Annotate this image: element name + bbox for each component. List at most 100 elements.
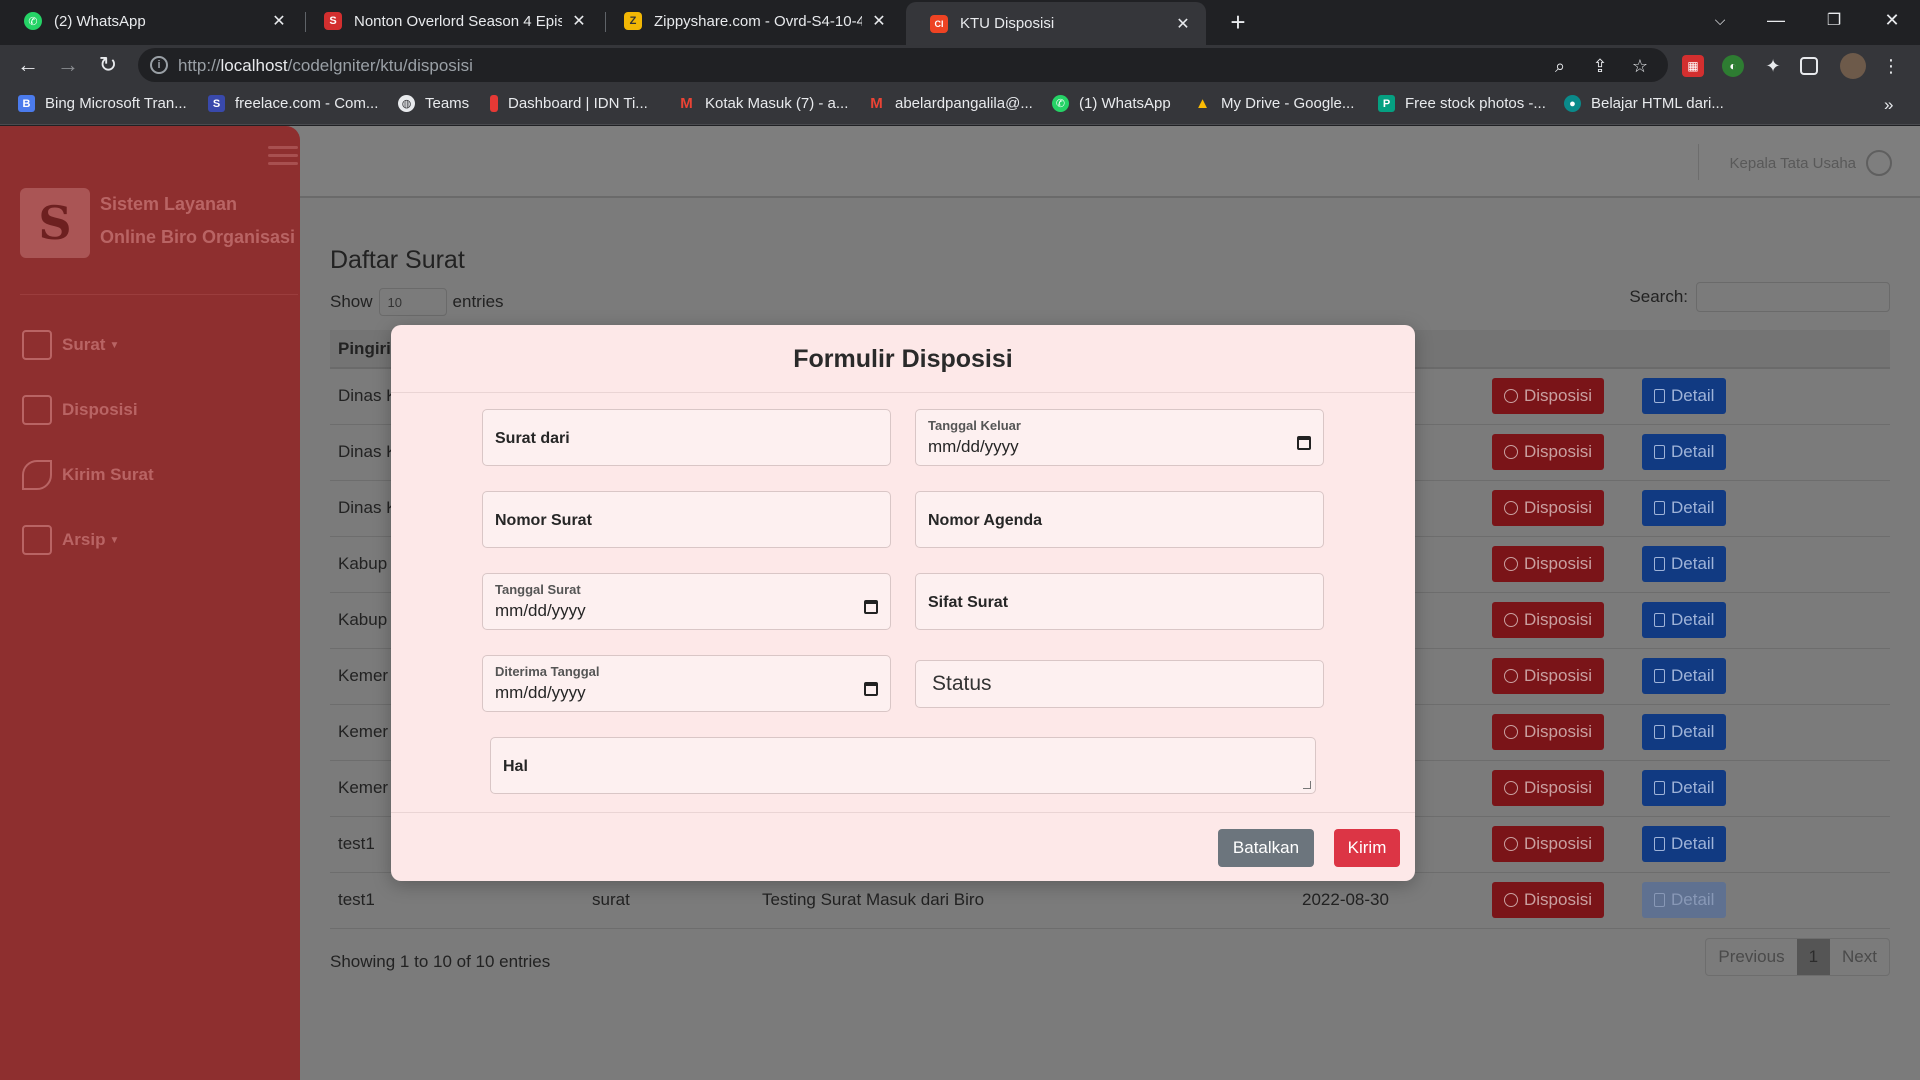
bookmark-item[interactable]: ● Belajar HTML dari...: [1564, 95, 1724, 112]
cancel-button[interactable]: Batalkan: [1218, 829, 1314, 867]
bookmark-item[interactable]: Mabelardpangalila@...: [868, 95, 1033, 112]
disposisi-button[interactable]: Disposisi: [1492, 602, 1605, 638]
column-header[interactable]: [1484, 330, 1634, 369]
detail-button[interactable]: Detail: [1642, 602, 1727, 638]
bookmark-item[interactable]: Dashboard | IDN Ti...: [490, 95, 648, 112]
new-tab-icon[interactable]: +: [1222, 6, 1254, 38]
date-value: mm/dd/yyyy: [495, 601, 586, 620]
extension-color-icon[interactable]: ◐: [1722, 55, 1744, 77]
bookmark-item[interactable]: ▲ My Drive - Google...: [1194, 95, 1354, 112]
bookmark-item[interactable]: B Bing Microsoft Tran...: [18, 95, 187, 112]
user-menu[interactable]: Kepala Tata Usaha: [1730, 150, 1892, 176]
calendar-icon[interactable]: [864, 682, 878, 696]
disposisi-button[interactable]: Disposisi: [1492, 882, 1605, 918]
status-select[interactable]: Status: [915, 660, 1324, 708]
bookmark-item[interactable]: M Kotak Masuk (7) - a...: [678, 95, 848, 112]
sidebar-item-kirim-surat[interactable]: Kirim Surat: [22, 460, 154, 490]
close-icon[interactable]: ✕: [270, 11, 288, 31]
sidebar-item-arsip[interactable]: Arsip ▼: [22, 525, 119, 555]
search-input[interactable]: [1696, 282, 1890, 312]
close-icon[interactable]: ✕: [1174, 14, 1192, 34]
surat-dari-field[interactable]: Surat dari: [482, 409, 891, 466]
disposisi-button[interactable]: Disposisi: [1492, 546, 1605, 582]
zoom-icon[interactable]: ⌕: [1550, 56, 1570, 76]
freelance-icon: S: [208, 95, 225, 112]
disposisi-button[interactable]: Disposisi: [1492, 490, 1605, 526]
side-panel-icon[interactable]: [1800, 57, 1818, 75]
back-icon[interactable]: ←: [12, 49, 44, 81]
resize-handle-icon[interactable]: [1303, 781, 1311, 789]
sidebar-item-disposisi[interactable]: Disposisi: [22, 395, 138, 425]
button-label: Disposisi: [1524, 666, 1593, 685]
disposisi-modal: Formulir Disposisi Surat dari Tanggal Ke…: [391, 325, 1415, 881]
tab-search-chevron-icon[interactable]: ⌵: [1694, 0, 1746, 40]
entries-per-page-select[interactable]: 10: [378, 288, 447, 316]
disposisi-button[interactable]: Disposisi: [1492, 770, 1605, 806]
nomor-surat-field[interactable]: Nomor Surat: [482, 491, 891, 548]
forward-icon[interactable]: →: [52, 49, 84, 81]
calendar-icon[interactable]: [864, 600, 878, 614]
check-circle-icon: [1504, 613, 1518, 627]
sidebar-item-surat[interactable]: Surat ▼: [22, 330, 119, 360]
share-icon[interactable]: ⇪: [1590, 56, 1610, 76]
submit-button[interactable]: Kirim: [1334, 829, 1400, 867]
column-header-aksi[interactable]: [1634, 330, 1890, 369]
nonton-icon: S: [324, 12, 342, 30]
detail-button[interactable]: Detail: [1642, 378, 1727, 415]
tanggal-keluar-field[interactable]: Tanggal Keluar mm/dd/yyyy: [915, 409, 1324, 466]
diterima-tanggal-field[interactable]: Diterima Tanggal mm/dd/yyyy: [482, 655, 891, 712]
url-input[interactable]: i http://localhost/codelgniter/ktu/dispo…: [138, 48, 1668, 82]
extension-red-icon[interactable]: ▦: [1682, 55, 1704, 77]
hal-textarea[interactable]: Hal: [490, 737, 1316, 794]
disposisi-button[interactable]: Disposisi: [1492, 826, 1605, 862]
tab-ktu-disposisi[interactable]: CI KTU Disposisi ✕: [906, 2, 1206, 45]
tab-zippyshare[interactable]: Z Zippyshare.com - Ovrd-S4-10-48 ✕: [600, 0, 902, 42]
bookmark-star-icon[interactable]: ☆: [1630, 56, 1650, 76]
bookmark-item[interactable]: ✆ (1) WhatsApp: [1052, 95, 1171, 112]
detail-button[interactable]: Detail: [1642, 658, 1727, 694]
site-info-icon[interactable]: i: [150, 56, 168, 74]
pagination-previous[interactable]: Previous: [1706, 939, 1796, 975]
date-value: mm/dd/yyyy: [928, 437, 1019, 456]
tanggal-surat-field[interactable]: Tanggal Surat mm/dd/yyyy: [482, 573, 891, 630]
detail-button[interactable]: Detail: [1642, 714, 1727, 750]
menu-kebab-icon[interactable]: ⋮: [1880, 55, 1902, 77]
bookmark-item[interactable]: ◍ Teams: [398, 95, 469, 112]
detail-button[interactable]: Detail: [1642, 882, 1727, 918]
calendar-icon[interactable]: [1297, 436, 1311, 450]
cell-action-detail: Detail: [1634, 592, 1890, 649]
sifat-surat-field[interactable]: Sifat Surat: [915, 573, 1324, 630]
tab-nonton[interactable]: S Nonton Overlord Season 4 Episo ✕: [300, 0, 602, 42]
profile-avatar[interactable]: [1840, 53, 1866, 79]
user-name: Kepala Tata Usaha: [1729, 154, 1856, 172]
pagination-page-1[interactable]: 1: [1796, 939, 1831, 975]
detail-button[interactable]: Detail: [1642, 826, 1727, 862]
document-icon: [1654, 893, 1665, 907]
codeigniter-icon: CI: [930, 14, 948, 33]
pagination-next[interactable]: Next: [1830, 939, 1889, 975]
disposisi-button[interactable]: Disposisi: [1492, 714, 1605, 750]
disposisi-button[interactable]: Disposisi: [1492, 658, 1605, 694]
disposisi-button[interactable]: Disposisi: [1492, 434, 1605, 470]
hamburger-menu-icon[interactable]: [268, 146, 298, 166]
extensions-puzzle-icon[interactable]: ✦: [1762, 55, 1784, 77]
bookmark-item[interactable]: P Free stock photos -...: [1378, 95, 1546, 112]
close-icon[interactable]: ✕: [870, 11, 888, 31]
detail-button[interactable]: Detail: [1642, 546, 1727, 582]
detail-button[interactable]: Detail: [1642, 490, 1727, 526]
minimize-icon[interactable]: —: [1750, 0, 1802, 40]
detail-button[interactable]: Detail: [1642, 770, 1727, 806]
tab-whatsapp[interactable]: ✆ (2) WhatsApp ✕: [0, 0, 302, 42]
field-label: Hal: [503, 758, 528, 775]
bookmarks-overflow-icon[interactable]: »: [1884, 95, 1893, 115]
show-label: Show: [330, 292, 373, 311]
tab-title: Zippyshare.com - Ovrd-S4-10-48: [654, 12, 862, 30]
bookmark-item[interactable]: Sfreelace.com - Com...: [208, 95, 378, 112]
restore-icon[interactable]: ❐: [1808, 0, 1860, 40]
window-close-icon[interactable]: ✕: [1866, 0, 1918, 40]
nomor-agenda-field[interactable]: Nomor Agenda: [915, 491, 1324, 548]
close-icon[interactable]: ✕: [570, 11, 588, 31]
detail-button[interactable]: Detail: [1642, 434, 1727, 470]
disposisi-button[interactable]: Disposisi: [1492, 378, 1605, 415]
reload-icon[interactable]: ↻: [92, 49, 124, 81]
